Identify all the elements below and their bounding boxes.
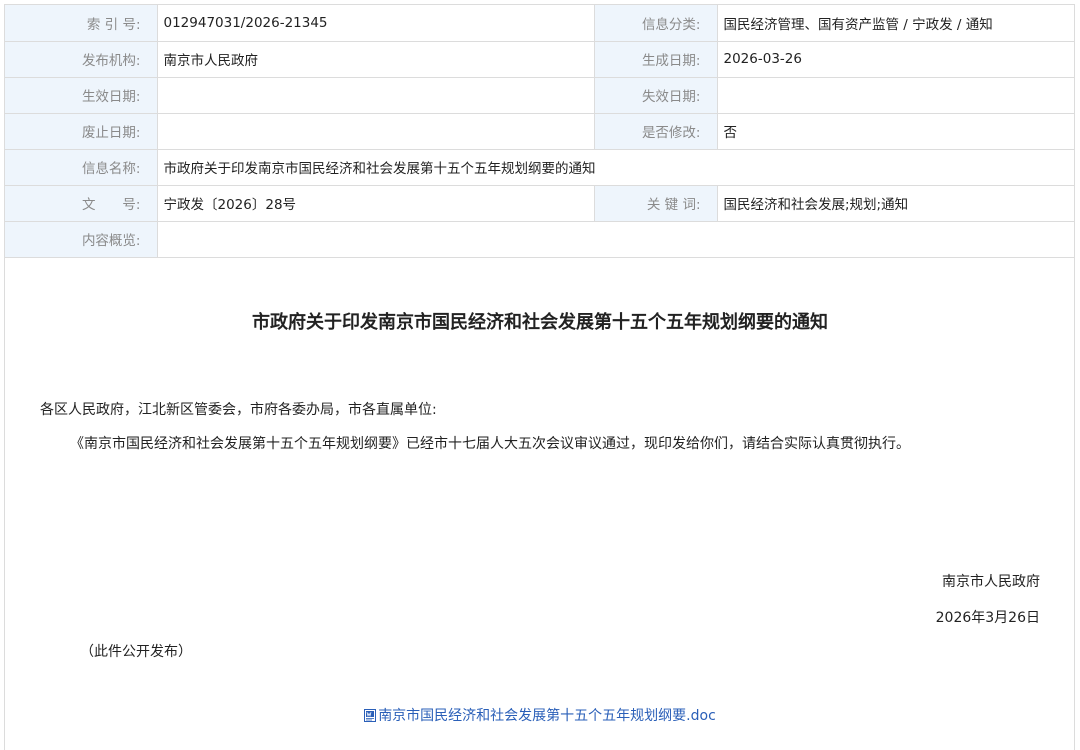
category-label: 信息分类: xyxy=(593,5,718,42)
metadata-table: 索 引 号: 012947031/2026-21345 信息分类: 国民经济管理… xyxy=(5,5,1074,258)
doc-number-value: 宁政发〔2026〕28号 xyxy=(156,184,595,222)
salutation: 各区人民政府，江北新区管委会，市府各委办局，市各直属单位: xyxy=(40,402,437,418)
keywords-value: 国民经济和社会发展;规划;通知 xyxy=(716,184,1074,222)
effective-date-label: 生效日期: xyxy=(5,76,158,114)
signature-date: 2026年3月26日 xyxy=(935,610,1040,626)
keywords-label: 关 键 词: xyxy=(593,184,718,222)
generated-date-value: 2026-03-26 xyxy=(716,40,1074,78)
metadata-row-summary: 内容概览: xyxy=(5,220,1074,258)
category-value: 国民经济管理、国有资产监管 / 宁政发 / 通知 xyxy=(716,5,1074,42)
metadata-row-effective: 生效日期: 失效日期: xyxy=(5,76,1074,114)
attachment: 南京市国民经济和社会发展第十五个五年规划纲要.doc xyxy=(0,705,1080,725)
index-label: 索 引 号: xyxy=(5,5,158,42)
body-paragraph: 《南京市国民经济和社会发展第十五个五年规划纲要》已经市十七届人大五次会议审议通过… xyxy=(70,436,910,452)
summary-label: 内容概览: xyxy=(5,220,158,258)
document-title: 市政府关于印发南京市国民经济和社会发展第十五个五年规划纲要的通知 xyxy=(252,312,828,333)
modified-label: 是否修改: xyxy=(593,112,718,150)
metadata-row-name: 信息名称: 市政府关于印发南京市国民经济和社会发展第十五个五年规划纲要的通知 xyxy=(5,148,1074,186)
info-name-label: 信息名称: xyxy=(5,148,158,186)
publish-note: （此件公开发布） xyxy=(80,644,192,660)
modified-value: 否 xyxy=(716,112,1074,150)
metadata-row-abolish: 废止日期: 是否修改: 否 xyxy=(5,112,1074,150)
metadata-row-publisher: 发布机构: 南京市人民政府 生成日期: 2026-03-26 xyxy=(5,40,1074,78)
expire-date-label: 失效日期: xyxy=(593,76,718,114)
expire-date-value xyxy=(716,76,1074,114)
summary-value xyxy=(156,220,1074,258)
effective-date-value xyxy=(156,76,595,114)
attachment-link[interactable]: 南京市国民经济和社会发展第十五个五年规划纲要.doc xyxy=(364,708,716,724)
info-name-value: 市政府关于印发南京市国民经济和社会发展第十五个五年规划纲要的通知 xyxy=(156,148,1074,186)
doc-number-label: 文 号: xyxy=(5,184,158,222)
abolish-date-label: 废止日期: xyxy=(5,112,158,150)
signature: 南京市人民政府 xyxy=(942,574,1040,590)
metadata-row-docno: 文 号: 宁政发〔2026〕28号 关 键 词: 国民经济和社会发展;规划;通知 xyxy=(5,184,1074,222)
abolish-date-value xyxy=(156,112,595,150)
attachment-filename: 南京市国民经济和社会发展第十五个五年规划纲要.doc xyxy=(378,708,716,724)
index-value: 012947031/2026-21345 xyxy=(156,5,595,42)
publisher-label: 发布机构: xyxy=(5,40,158,78)
document-page: 索 引 号: 012947031/2026-21345 信息分类: 国民经济管理… xyxy=(4,4,1075,750)
metadata-row-index: 索 引 号: 012947031/2026-21345 信息分类: 国民经济管理… xyxy=(5,5,1074,42)
word-document-icon xyxy=(364,709,377,722)
publisher-value: 南京市人民政府 xyxy=(156,40,595,78)
generated-date-label: 生成日期: xyxy=(593,40,718,78)
